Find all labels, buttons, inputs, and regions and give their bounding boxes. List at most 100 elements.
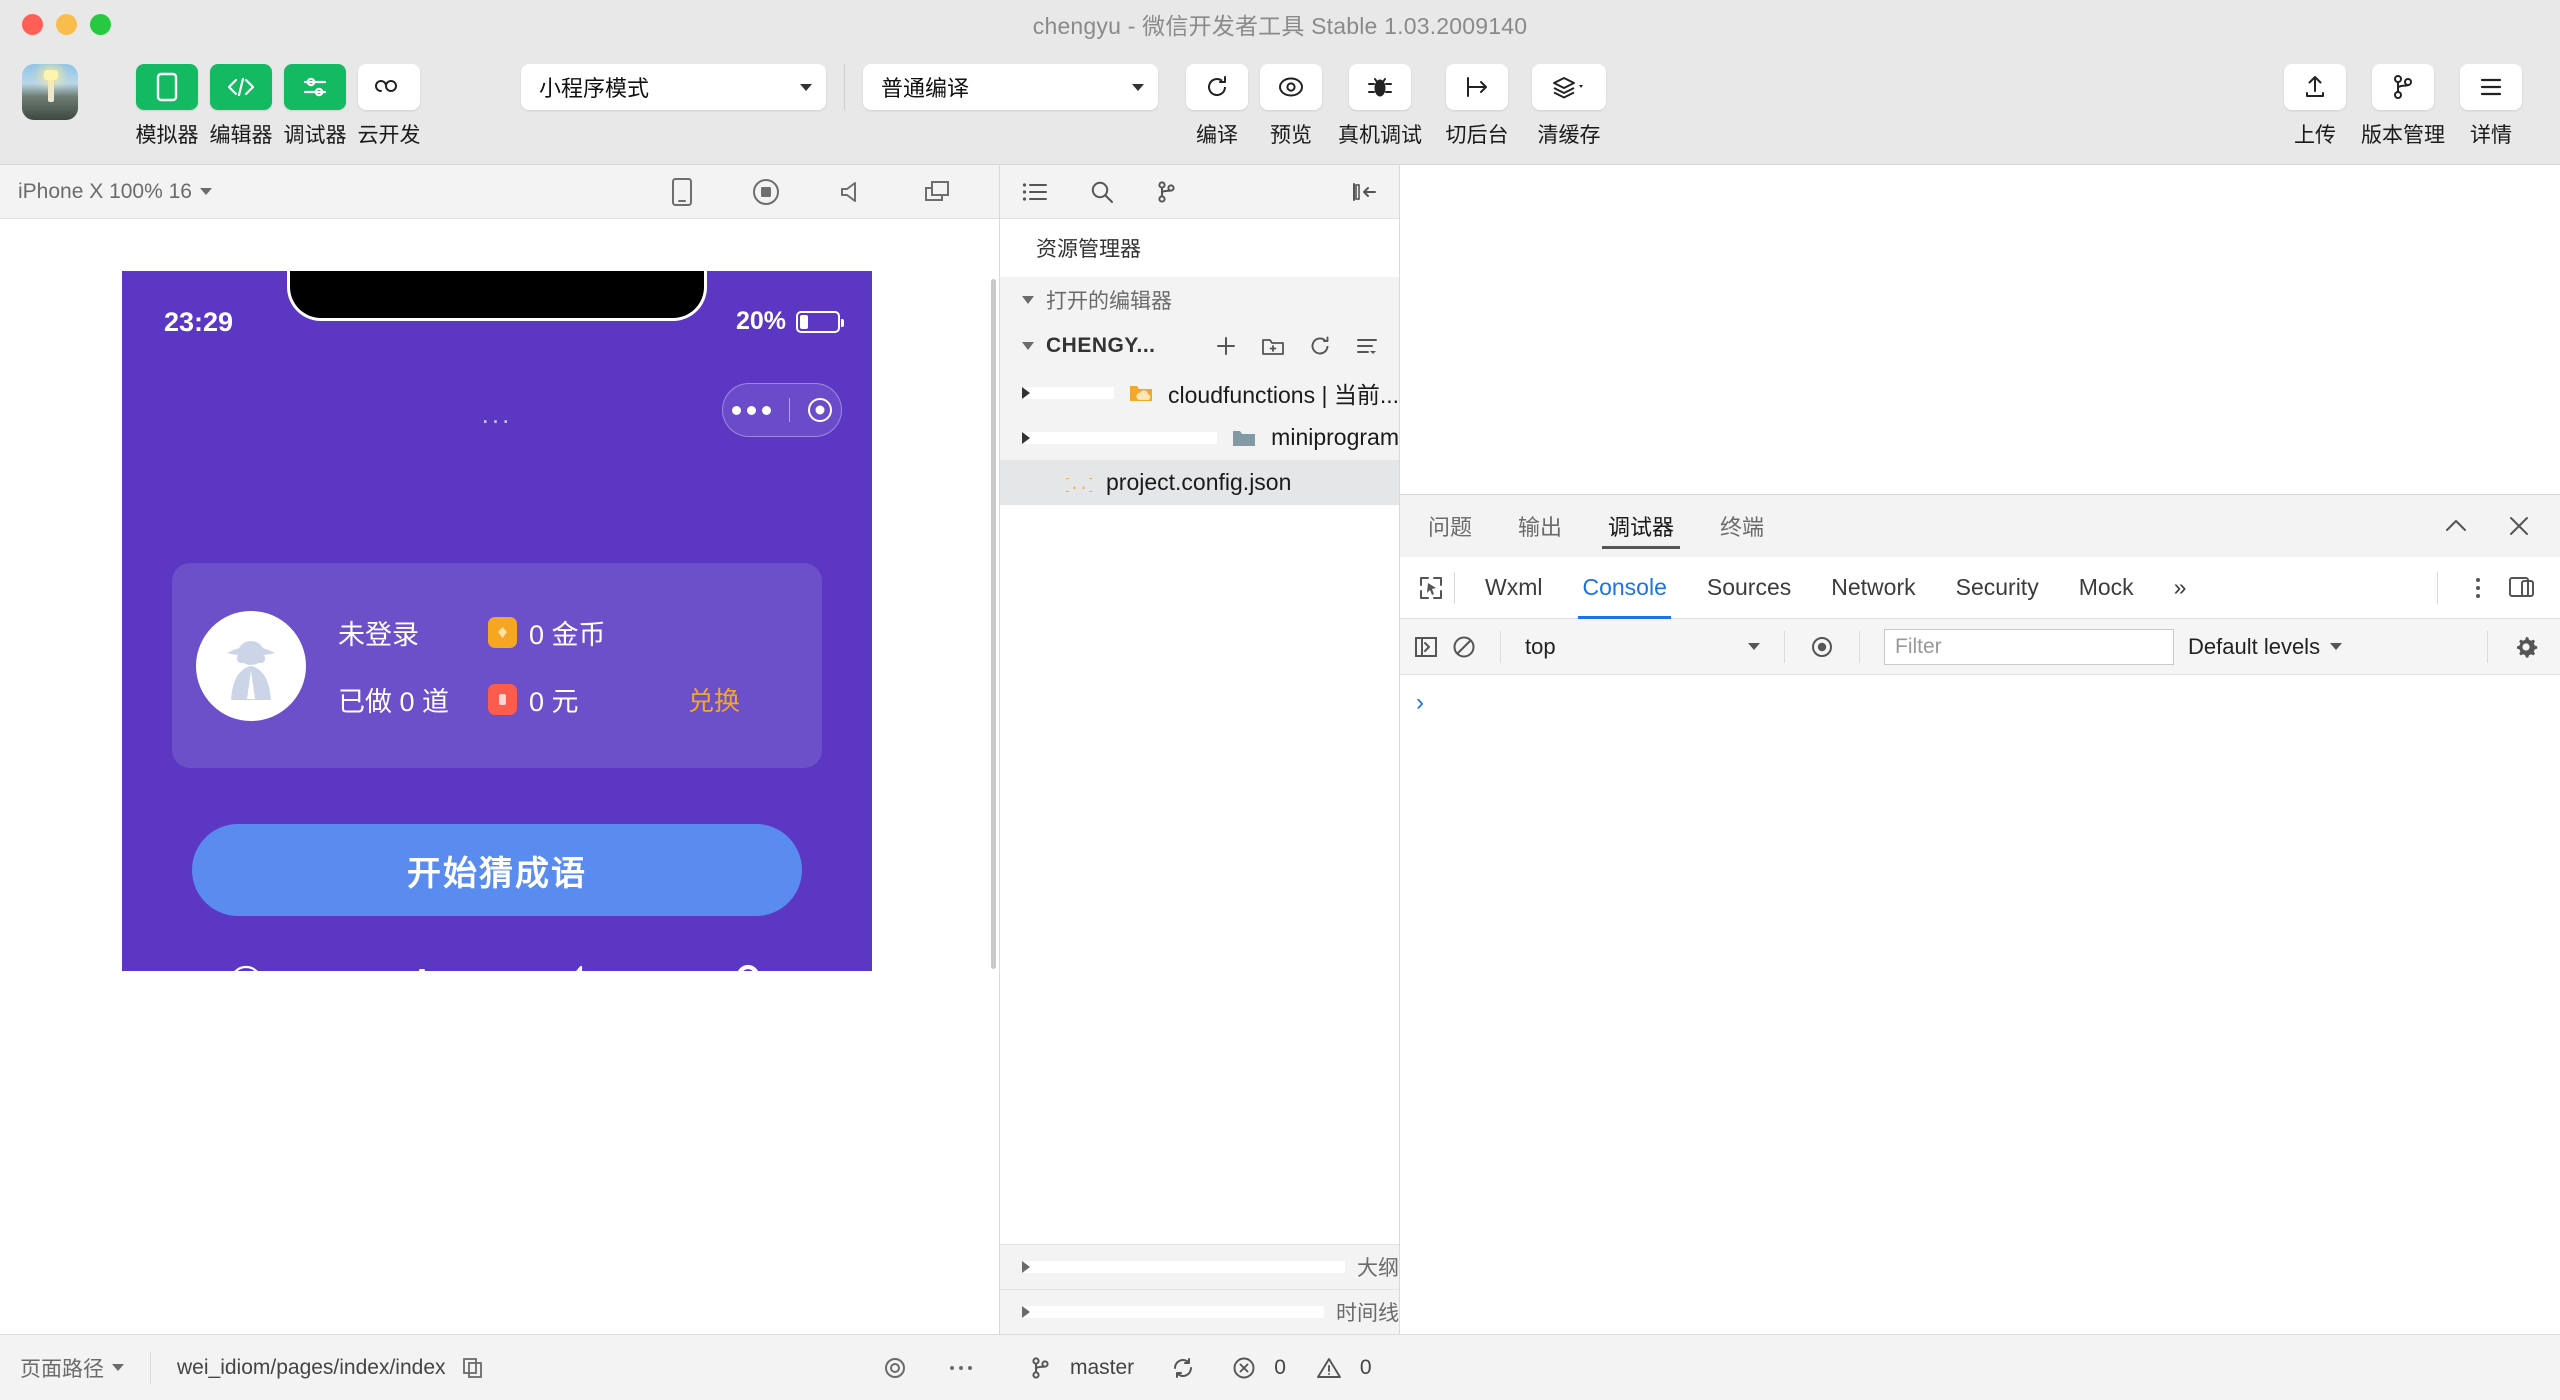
toolbar-debugger-button[interactable]: 调试器 bbox=[284, 64, 346, 149]
devtools-tab-mock[interactable]: Mock bbox=[2079, 557, 2134, 619]
refresh-icon[interactable] bbox=[1309, 335, 1331, 357]
compile-select[interactable]: 普通编译 bbox=[863, 64, 1158, 110]
menu-item-more-fun[interactable]: 更多好玩 bbox=[497, 961, 665, 971]
toolbar-editor-button[interactable]: 编辑器 bbox=[210, 64, 272, 149]
simulator-scrollbar[interactable] bbox=[991, 279, 996, 969]
collapse-all-icon[interactable] bbox=[1355, 335, 1379, 357]
volume-icon[interactable] bbox=[839, 179, 865, 205]
devtools-tab-more[interactable]: » bbox=[2174, 557, 2187, 619]
chevron-right-icon bbox=[1022, 1306, 1324, 1318]
toolbar-upload-button[interactable]: 上传 bbox=[2284, 64, 2346, 149]
open-editors-section[interactable]: 打开的编辑器 bbox=[1000, 277, 1399, 322]
tab-problems[interactable]: 问题 bbox=[1422, 495, 1478, 557]
close-capsule-icon[interactable] bbox=[808, 398, 832, 422]
eye-icon[interactable] bbox=[882, 1356, 908, 1380]
devtools-tab-security[interactable]: Security bbox=[1956, 557, 2039, 619]
user-card-text: 未登录 0 金币 已做 0 道 bbox=[338, 613, 822, 719]
phone-rotate-icon[interactable] bbox=[671, 177, 693, 207]
wechat-capsule[interactable] bbox=[722, 383, 842, 437]
menu-item-free-coins[interactable]: 免费金币 bbox=[162, 961, 330, 971]
tabbar-divider bbox=[1454, 572, 1455, 604]
toolbar-simulator-button[interactable]: 模拟器 bbox=[136, 64, 198, 149]
more-dots-icon[interactable] bbox=[732, 406, 771, 415]
toolbar-realdevice-button[interactable]: 真机调试 bbox=[1334, 64, 1426, 149]
project-root-label: CHENGY... bbox=[1046, 334, 1156, 358]
sync-icon[interactable] bbox=[1170, 1356, 1196, 1380]
status-bar-left: 页面路径 wei_idiom/pages/index/index bbox=[0, 1352, 1000, 1384]
chevron-down-icon bbox=[1022, 342, 1034, 350]
explorer-title: 资源管理器 bbox=[1000, 219, 1399, 277]
console-output[interactable]: › bbox=[1400, 675, 2560, 1334]
menu-item-faq[interactable]: 常见问题 bbox=[665, 961, 833, 971]
toolbar-cloud-label: 云开发 bbox=[358, 119, 421, 149]
tab-output[interactable]: 输出 bbox=[1512, 495, 1568, 557]
toolbar-details-button[interactable]: 详情 bbox=[2460, 64, 2522, 149]
project-avatar[interactable] bbox=[22, 64, 78, 120]
page-path-select[interactable]: 页面路径 bbox=[20, 1353, 124, 1383]
toolbar-compile-button[interactable]: 编译 bbox=[1186, 64, 1248, 149]
inspect-icon[interactable] bbox=[1418, 575, 1444, 601]
search-icon[interactable] bbox=[1090, 180, 1114, 204]
simulator-toolbar: iPhone X 100% 16 bbox=[0, 165, 999, 219]
editor-area[interactable] bbox=[1400, 165, 2560, 495]
console-levels-value: Default levels bbox=[2188, 634, 2320, 660]
collapse-panel-icon[interactable] bbox=[1351, 181, 1377, 203]
chevron-down-icon bbox=[800, 84, 812, 91]
file-row-project-config[interactable]: {..} project.config.json bbox=[1000, 460, 1399, 505]
branch-icon[interactable] bbox=[1030, 1356, 1052, 1380]
devtools-tabbar-actions bbox=[2427, 572, 2542, 604]
eye-icon bbox=[1260, 64, 1322, 110]
project-root-row[interactable]: CHENGY... bbox=[1000, 322, 1399, 370]
tab-debugger[interactable]: 调试器 bbox=[1602, 495, 1680, 557]
timeline-section[interactable]: 时间线 bbox=[1000, 1289, 1399, 1334]
toolbar-cloud-button[interactable]: 云开发 bbox=[358, 64, 420, 149]
copy-icon[interactable] bbox=[462, 1357, 484, 1379]
exchange-button[interactable]: 兑换 bbox=[688, 681, 740, 718]
record-icon[interactable] bbox=[751, 177, 781, 207]
devtools-tab-network[interactable]: Network bbox=[1831, 557, 1915, 619]
toolbar-background-button[interactable]: 切后台 bbox=[1438, 64, 1516, 149]
explorer-empty-space bbox=[1000, 505, 1399, 1244]
device-select-value: iPhone X 100% 16 bbox=[18, 180, 192, 204]
console-filter-input[interactable]: Filter bbox=[1884, 629, 2174, 665]
toolbar-clearcache-button[interactable]: 清缓存 bbox=[1528, 64, 1610, 149]
clear-icon[interactable] bbox=[1452, 635, 1476, 659]
tab-terminal[interactable]: 终端 bbox=[1714, 495, 1770, 557]
chevron-up-icon[interactable] bbox=[2444, 517, 2468, 535]
eye-icon[interactable] bbox=[1809, 635, 1835, 659]
console-divider-1 bbox=[1500, 631, 1501, 663]
file-row-cloudfunctions[interactable]: cloudfunctions | 当前... bbox=[1000, 370, 1399, 415]
new-folder-icon[interactable] bbox=[1261, 335, 1285, 357]
devtools-tab-sources[interactable]: Sources bbox=[1707, 557, 1791, 619]
device-select[interactable]: iPhone X 100% 16 bbox=[18, 180, 212, 204]
list-icon[interactable] bbox=[1022, 181, 1048, 203]
branch-icon[interactable] bbox=[1156, 180, 1178, 204]
devtools-tab-console[interactable]: Console bbox=[1582, 557, 1666, 619]
new-file-icon[interactable] bbox=[1215, 335, 1237, 357]
file-row-miniprogram[interactable]: miniprogram bbox=[1000, 415, 1399, 460]
devtools-tab-wxml[interactable]: Wxml bbox=[1485, 557, 1542, 619]
close-icon[interactable] bbox=[2508, 515, 2530, 537]
console-levels-select[interactable]: Default levels bbox=[2188, 634, 2342, 660]
phone-icon bbox=[136, 64, 198, 110]
outline-section[interactable]: 大纲 bbox=[1000, 1244, 1399, 1289]
more-vert-icon[interactable] bbox=[2474, 575, 2482, 601]
gear-icon[interactable] bbox=[2512, 633, 2540, 661]
avatar[interactable] bbox=[196, 611, 306, 721]
dock-icon[interactable] bbox=[2508, 575, 2536, 601]
git-branch-name[interactable]: master bbox=[1070, 1356, 1134, 1380]
sidebar-toggle-icon[interactable] bbox=[1414, 635, 1438, 659]
mode-select[interactable]: 小程序模式 bbox=[521, 64, 826, 110]
console-context-select[interactable]: top bbox=[1525, 634, 1760, 660]
chevron-down-icon bbox=[1748, 643, 1760, 650]
simulator-panel: iPhone X 100% 16 bbox=[0, 165, 1000, 1334]
menu-item-ranking[interactable]: 排行榜 bbox=[330, 961, 498, 971]
warning-count[interactable] bbox=[1316, 1356, 1342, 1380]
start-game-button[interactable]: 开始猜成语 bbox=[192, 824, 802, 916]
screen-icon[interactable] bbox=[923, 179, 951, 205]
error-count[interactable] bbox=[1232, 1356, 1256, 1380]
toolbar-preview-button[interactable]: 预览 bbox=[1260, 64, 1322, 149]
toolbar-version-button[interactable]: 版本管理 bbox=[2358, 64, 2448, 149]
more-icon[interactable] bbox=[948, 1356, 974, 1380]
money-icon bbox=[488, 684, 517, 715]
